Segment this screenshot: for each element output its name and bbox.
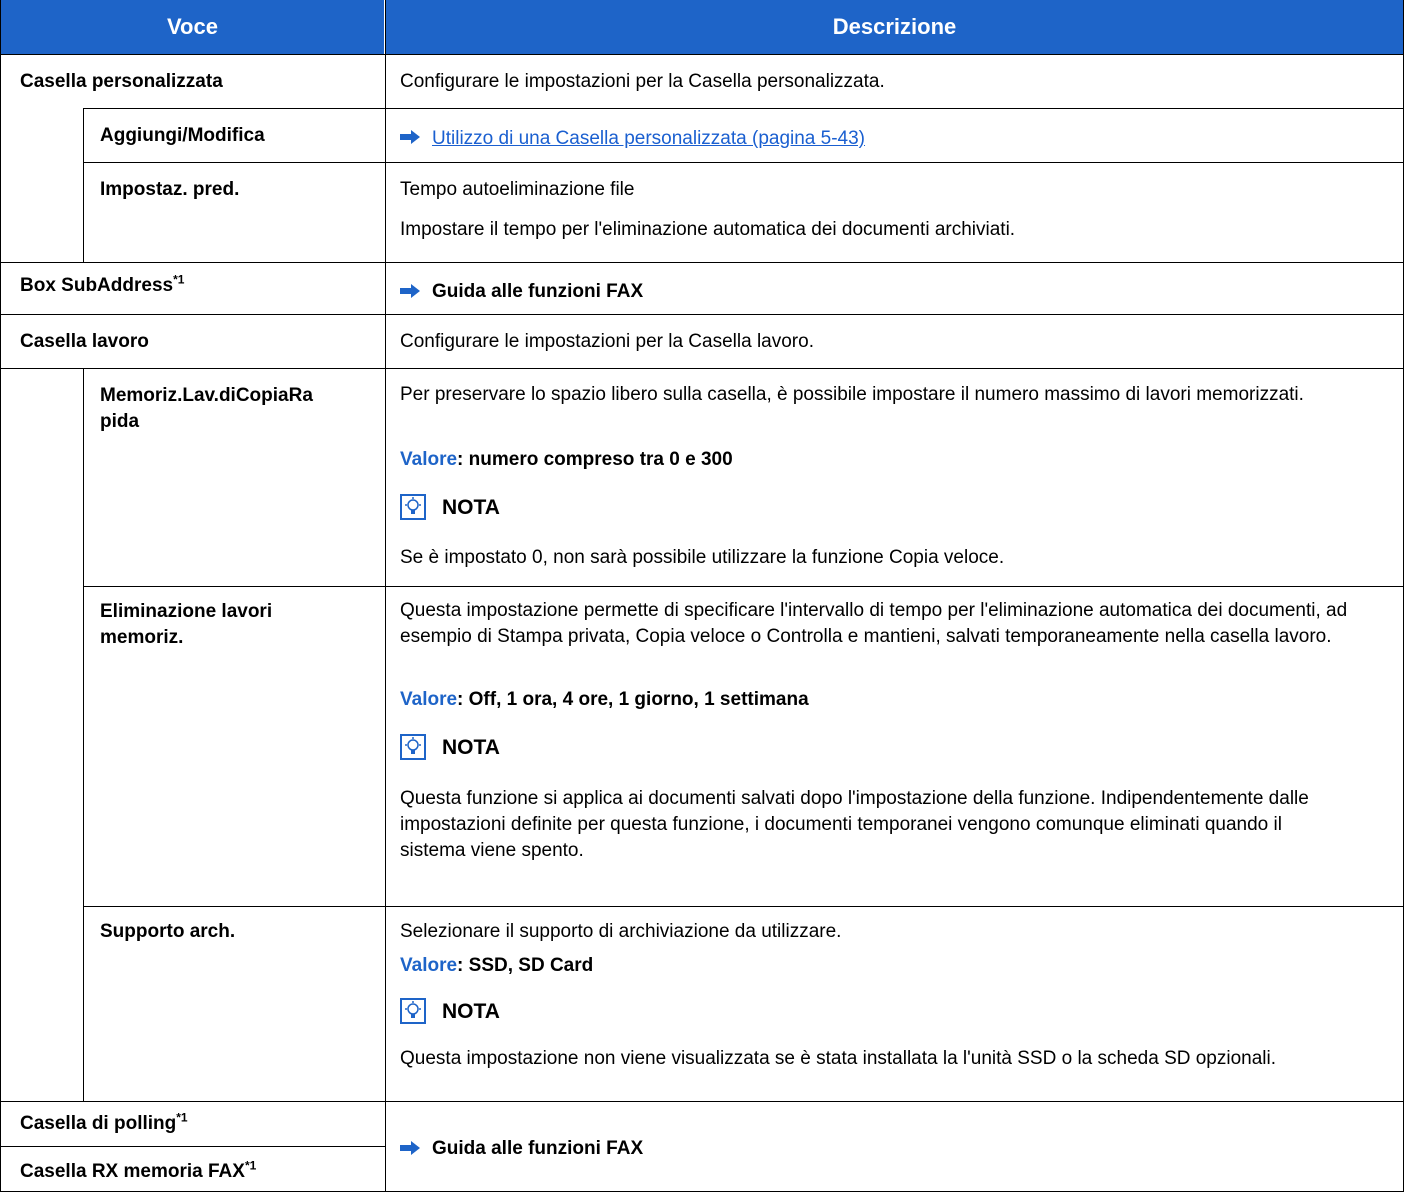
row-line xyxy=(0,1146,385,1147)
row-casella-polling-label: Casella di polling*1 xyxy=(20,1110,188,1134)
arrow-right-icon xyxy=(400,130,420,144)
row-memoriz-note-title: NOTA xyxy=(442,496,500,519)
row-supporto-value: Valore: SSD, SD Card xyxy=(400,955,594,976)
row-impostaz-pred-line1: Tempo autoeliminazione file xyxy=(400,179,635,200)
row-supporto-label: Supporto arch. xyxy=(100,921,236,942)
subcolumn-divider-1 xyxy=(83,108,84,262)
row-box-subaddress-label: Box SubAddress*1 xyxy=(20,272,185,296)
row-memoriz-note: Se è impostato 0, non sarà possibile uti… xyxy=(400,547,1005,568)
row-memoriz-label-1: Memoriz.Lav.diCopiaRa xyxy=(100,385,313,406)
arrow-right-icon xyxy=(400,284,420,298)
row-line xyxy=(0,314,1404,315)
row-casella-lavoro-desc: Configurare le impostazioni per la Casel… xyxy=(400,331,814,352)
link-casella-personalizzata[interactable]: Utilizzo di una Casella personalizzata (… xyxy=(432,127,865,151)
note-lightbulb-icon xyxy=(400,998,426,1024)
row-box-subaddress-ref: Guida alle funzioni FAX xyxy=(432,281,644,302)
row-memoriz-desc: Per preservare lo spazio libero sulla ca… xyxy=(400,384,1304,405)
arrow-right-icon xyxy=(400,1141,420,1155)
header-voce: Voce xyxy=(1,0,384,54)
row-eliminazione-note: Questa funzione si applica ai documenti … xyxy=(400,788,1309,861)
row-eliminazione-value: Valore: Off, 1 ora, 4 ore, 1 giorno, 1 s… xyxy=(400,689,809,710)
row-memoriz-value: Valore: numero compreso tra 0 e 300 xyxy=(400,449,733,470)
row-line xyxy=(83,108,1404,109)
settings-table: Voce Descrizione Casella personalizzata … xyxy=(0,0,1404,1192)
row-line xyxy=(83,586,1404,587)
row-line xyxy=(0,368,1404,369)
border-left xyxy=(0,0,1,1192)
column-divider xyxy=(385,0,386,1192)
row-line xyxy=(0,262,1404,263)
note-lightbulb-icon xyxy=(400,734,426,760)
note-lightbulb-icon xyxy=(400,494,426,520)
row-eliminazione-label-1: Eliminazione lavori xyxy=(100,601,273,622)
row-eliminazione-note-title: NOTA xyxy=(442,736,500,759)
row-fax-ref: Guida alle funzioni FAX xyxy=(432,1138,644,1159)
row-casella-lavoro-label: Casella lavoro xyxy=(20,331,149,352)
row-memoriz-label-2: pida xyxy=(100,411,140,432)
row-line xyxy=(83,906,1404,907)
row-line xyxy=(0,1101,1404,1102)
row-aggiungi-modifica-label: Aggiungi/Modifica xyxy=(100,125,265,146)
row-casella-personalizzata-label: Casella personalizzata xyxy=(20,71,223,92)
row-supporto-note-title: NOTA xyxy=(442,1000,500,1023)
row-casella-rx-label: Casella RX memoria FAX*1 xyxy=(20,1158,257,1182)
row-impostaz-pred-label: Impostaz. pred. xyxy=(100,179,240,200)
row-supporto-note: Questa impostazione non viene visualizza… xyxy=(400,1048,1277,1069)
row-supporto-desc: Selezionare il supporto di archiviazione… xyxy=(400,921,842,942)
row-eliminazione-desc: Questa impostazione permette di specific… xyxy=(400,600,1348,647)
row-line xyxy=(83,162,1404,163)
row-impostaz-pred-line2: Impostare il tempo per l'eliminazione au… xyxy=(400,219,1016,240)
row-line xyxy=(0,54,1404,55)
header-descrizione: Descrizione xyxy=(386,0,1403,54)
subcolumn-divider-2 xyxy=(83,368,84,1101)
row-casella-personalizzata-desc: Configurare le impostazioni per la Casel… xyxy=(400,71,885,92)
row-eliminazione-label-2: memoriz. xyxy=(100,627,184,648)
